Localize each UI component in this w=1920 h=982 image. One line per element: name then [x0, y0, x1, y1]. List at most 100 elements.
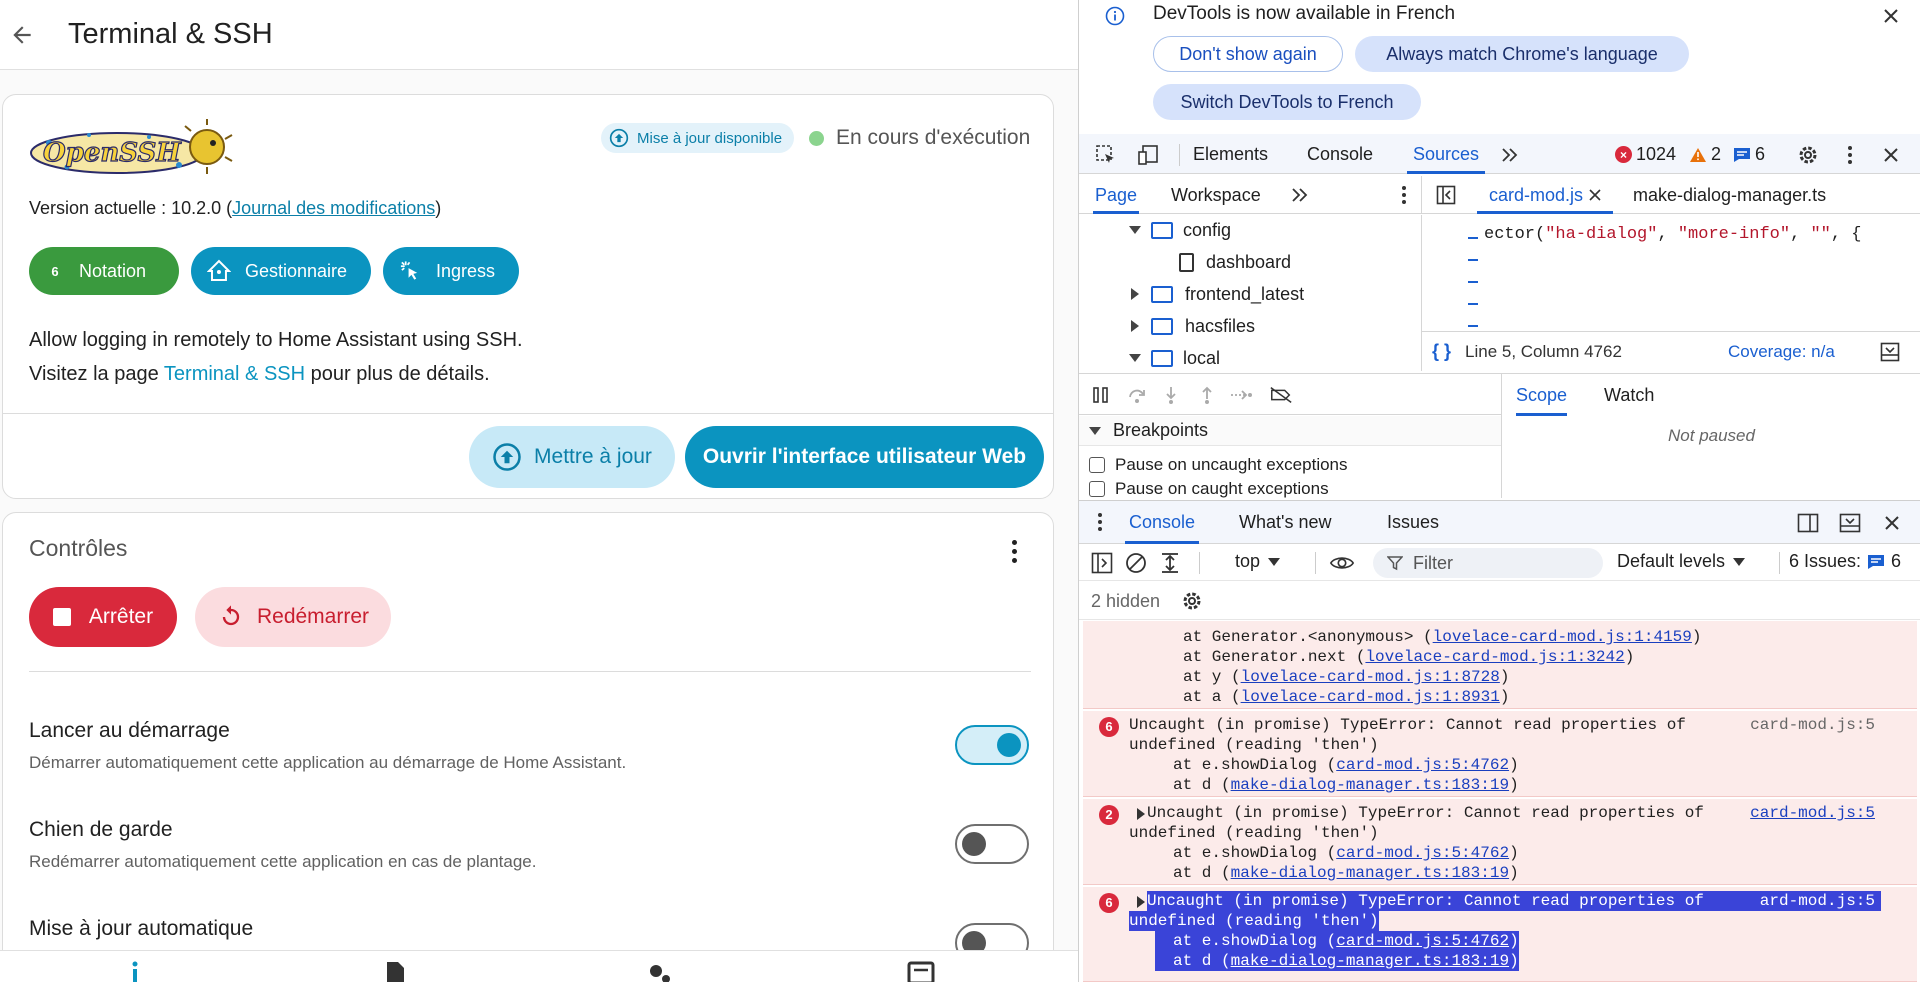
source-link[interactable]: make-dialog-manager.ts:183:19 — [1231, 776, 1509, 794]
log-icon[interactable] — [906, 961, 936, 982]
log-levels-dropdown[interactable]: Default levels — [1617, 551, 1746, 572]
source-link[interactable]: make-dialog-manager.ts:183:19 — [1231, 864, 1509, 882]
pause-uncaught-checkbox[interactable] — [1089, 457, 1105, 473]
tree-item-dashboard[interactable]: dashboard — [1179, 247, 1291, 277]
tree-item-frontend-latest[interactable]: frontend_latest — [1131, 279, 1304, 309]
console-error-message[interactable]: 2 Uncaught (in promise) TypeError: Canno… — [1083, 799, 1917, 885]
pause-caught-checkbox[interactable] — [1089, 481, 1105, 497]
console-settings-gear-icon[interactable] — [1179, 588, 1205, 614]
source-link[interactable]: card-mod.js:5:4762 — [1336, 932, 1509, 950]
customize-menu-icon[interactable] — [1837, 142, 1863, 168]
changelog-link[interactable]: Journal des modifications — [232, 198, 435, 218]
dont-show-again-button[interactable]: Don't show again — [1153, 36, 1343, 72]
pause-caught-row[interactable]: Pause on caught exceptions — [1089, 479, 1329, 499]
preserve-log-icon[interactable] — [1157, 550, 1183, 576]
settings-gear-icon[interactable] — [1795, 142, 1821, 168]
update-button[interactable]: Mettre à jour — [469, 426, 675, 488]
navigator-menu-icon[interactable] — [1391, 182, 1417, 208]
source-link[interactable]: card-mod.js:5:4762 — [1336, 756, 1509, 774]
drawer-menu-icon[interactable] — [1087, 509, 1113, 535]
console-error-message-selected[interactable]: 6 Uncaught (in promise) TypeError: Canno… — [1083, 887, 1917, 982]
pause-uncaught-row[interactable]: Pause on uncaught exceptions — [1089, 452, 1348, 478]
tab-watch[interactable]: Watch — [1604, 374, 1654, 416]
source-link[interactable]: lovelace-card-mod.js:1:3242 — [1365, 648, 1624, 666]
file-tab-make-dialog-manager[interactable]: make-dialog-manager.ts — [1633, 176, 1826, 214]
error-source[interactable]: card-mod.js:5 — [1750, 803, 1875, 823]
always-match-language-button[interactable]: Always match Chrome's language — [1355, 36, 1689, 72]
coverage-link[interactable]: Coverage: n/a — [1728, 342, 1835, 362]
close-drawer-icon[interactable] — [1879, 510, 1905, 536]
file-tab-card-mod[interactable]: card-mod.js — [1477, 176, 1614, 214]
watchdog-toggle[interactable] — [955, 824, 1029, 864]
close-icon[interactable] — [1879, 4, 1903, 28]
tab-workspace[interactable]: Workspace — [1171, 176, 1261, 214]
console-filter-input[interactable]: Filter — [1373, 548, 1603, 578]
back-arrow-icon[interactable] — [2, 15, 42, 55]
toggle-debugger-icon[interactable] — [1880, 342, 1900, 362]
gears-icon[interactable] — [645, 961, 675, 982]
source-link[interactable]: card-mod.js:5:4762 — [1336, 844, 1509, 862]
expand-arrow-icon[interactable] — [1129, 354, 1141, 362]
source-link[interactable]: lovelace-card-mod.js:1:8931 — [1241, 688, 1500, 706]
error-source[interactable]: ard-mod.js:5 — [1759, 891, 1875, 911]
close-tab-icon[interactable] — [1589, 189, 1601, 201]
tab-page[interactable]: Page — [1093, 176, 1140, 214]
live-expression-eye-icon[interactable] — [1329, 550, 1355, 576]
more-options-icon[interactable] — [999, 533, 1029, 569]
step-into-icon[interactable] — [1159, 383, 1183, 407]
drawer-tab-console[interactable]: Console — [1125, 501, 1200, 544]
more-navigators-icon[interactable] — [1287, 182, 1313, 208]
expand-arrow-icon[interactable] — [1129, 226, 1141, 234]
source-link[interactable]: make-dialog-manager.ts:183:19 — [1231, 952, 1509, 970]
collapse-arrow-icon[interactable] — [1089, 426, 1101, 435]
tab-console[interactable]: Console — [1307, 134, 1373, 174]
pretty-print-icon[interactable]: { } — [1432, 341, 1451, 362]
pause-icon[interactable] — [1089, 383, 1113, 407]
tab-sources[interactable]: Sources — [1407, 134, 1486, 174]
tab-scope[interactable]: Scope — [1516, 374, 1568, 416]
breakpoints-header[interactable]: Breakpoints — [1079, 416, 1501, 446]
expand-arrow-icon[interactable] — [1137, 808, 1145, 820]
stop-button[interactable]: Arrêter — [29, 587, 177, 647]
close-devtools-icon[interactable] — [1878, 142, 1904, 168]
drawer-tab-issues[interactable]: Issues — [1387, 501, 1439, 544]
info-icon[interactable] — [120, 961, 150, 982]
context-selector[interactable]: top — [1235, 551, 1281, 572]
message-counter[interactable]: 6 — [1733, 144, 1765, 165]
rating-chip[interactable]: 6 Notation — [29, 247, 179, 295]
step-out-icon[interactable] — [1195, 383, 1219, 407]
expand-arrow-icon[interactable] — [1131, 320, 1139, 332]
open-web-ui-button[interactable]: Ouvrir l'interface utilisateur Web — [685, 426, 1044, 488]
update-available-chip[interactable]: Mise à jour disponible — [601, 123, 795, 153]
manager-chip[interactable]: Gestionnaire — [191, 247, 371, 295]
console-sidebar-icon[interactable] — [1089, 550, 1115, 576]
tree-item-local[interactable]: local — [1129, 343, 1220, 371]
more-tabs-icon[interactable] — [1497, 142, 1523, 168]
ingress-chip[interactable]: Ingress — [383, 247, 519, 295]
tree-item-config[interactable]: config — [1129, 215, 1231, 245]
drawer-tab-whats-new[interactable]: What's new — [1239, 501, 1331, 544]
step-icon[interactable] — [1229, 383, 1253, 407]
expand-arrow-icon[interactable] — [1137, 896, 1145, 908]
step-over-icon[interactable] — [1125, 383, 1149, 407]
restart-button[interactable]: Redémarrer — [195, 587, 391, 647]
clear-console-icon[interactable] — [1123, 550, 1149, 576]
tab-elements[interactable]: Elements — [1193, 134, 1268, 174]
warning-counter[interactable]: 2 — [1689, 144, 1721, 165]
code-editor[interactable]: ector("ha-dialog", "more-info", "", { { … — [1421, 215, 1920, 371]
dock-bottom-icon[interactable] — [1837, 510, 1863, 536]
source-link[interactable]: lovelace-card-mod.js:1:4159 — [1433, 628, 1692, 646]
inspect-element-icon[interactable] — [1093, 142, 1119, 168]
switch-to-french-button[interactable]: Switch DevTools to French — [1153, 84, 1421, 120]
issues-counter[interactable]: 6 Issues: 6 — [1779, 551, 1901, 572]
document-icon[interactable] — [380, 961, 410, 982]
console-error-message[interactable]: 6 Uncaught (in promise) TypeError: Canno… — [1083, 711, 1917, 797]
start-on-boot-toggle[interactable] — [955, 725, 1029, 765]
device-toolbar-icon[interactable] — [1135, 142, 1161, 168]
docs-link[interactable]: Terminal & SSH — [164, 363, 305, 385]
error-source[interactable]: card-mod.js:5 — [1750, 715, 1875, 735]
tree-item-hacsfiles[interactable]: hacsfiles — [1131, 311, 1255, 341]
dock-side-icon[interactable] — [1795, 510, 1821, 536]
source-link[interactable]: lovelace-card-mod.js:1:8728 — [1241, 668, 1500, 686]
expand-arrow-icon[interactable] — [1131, 288, 1139, 300]
